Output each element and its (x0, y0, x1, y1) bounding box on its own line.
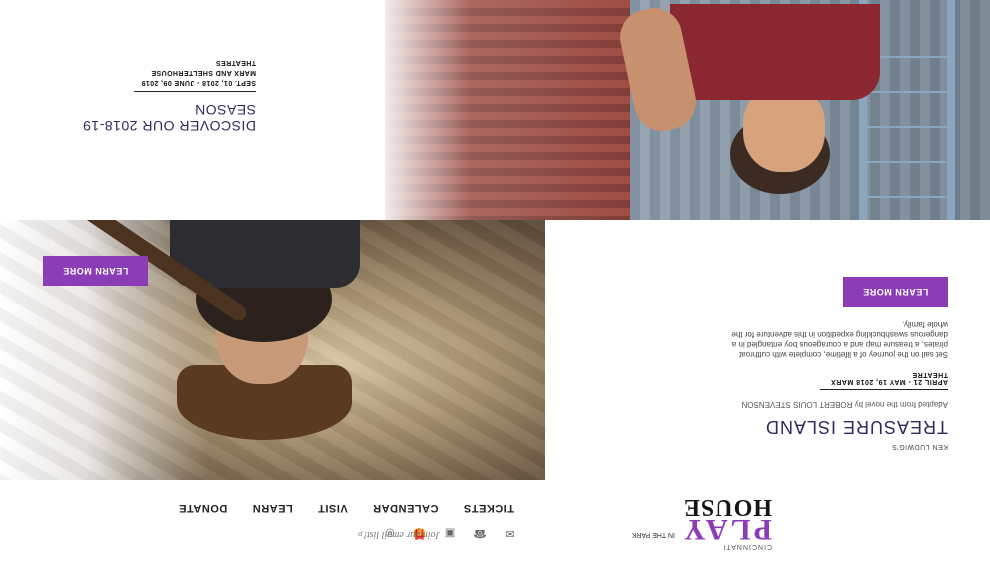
logo-house: HOUSE (682, 494, 772, 520)
nav-learn[interactable]: LEARN (252, 502, 292, 514)
pirate-character-image (170, 220, 360, 440)
feature-date-venue: APRIL 21 - MAY 19, 2018 MARX THEATRE (820, 371, 948, 390)
treasure-island-feature: KEN LUDWIG'S TREASURE ISLAND Adapted fro… (0, 220, 990, 480)
feature-details: KEN LUDWIG'S TREASURE ISLAND Adapted fro… (638, 277, 948, 450)
main-navigation: TICKETS CALENDAR VISIT LEARN DONATE (179, 502, 514, 514)
site-header: CINCINNATI PLAY IN THE PARK HOUSE TICKET… (0, 480, 990, 562)
season-learn-more-button[interactable]: LEARN MORE (43, 256, 148, 286)
nav-tickets[interactable]: TICKETS (463, 502, 514, 514)
season-feature: DISCOVER OUR 2018-19 SEASON SEPT. 01, 20… (0, 0, 990, 220)
phone-icon[interactable]: ☎ (473, 527, 487, 541)
playhouse-logo[interactable]: CINCINNATI PLAY IN THE PARK HOUSE (622, 490, 772, 550)
nav-donate[interactable]: DONATE (179, 502, 228, 514)
feature-title: TREASURE ISLAND (764, 417, 948, 437)
ticket-icon[interactable]: ▣ (443, 527, 457, 541)
season-venue: MARX AND SHELTERHOUSE THEATRES (151, 59, 256, 76)
man-character-image (614, 0, 885, 194)
season-dates: SEPT. 01, 2018 - JUNE 09, 2019 (141, 79, 256, 86)
feature-learn-more-button[interactable]: LEARN MORE (843, 277, 948, 307)
feature-dates: APRIL 21 - MAY 19, 2018 (855, 378, 948, 385)
feature-adaptation: Adapted from the novel by ROBERT LOUIS S… (741, 400, 948, 409)
feature-description: Set sail on the journey of a lifetime, c… (731, 320, 948, 359)
season-date-venue: SEPT. 01, 2018 - JUNE 09, 2019 MARX AND … (134, 57, 256, 92)
logo-in-the-park: IN THE PARK (631, 531, 675, 538)
email-signup-prompt[interactable]: Join our email list! (364, 529, 440, 540)
season-title: DISCOVER OUR 2018-19 SEASON (82, 102, 256, 134)
feature-author: KEN LUDWIG'S (891, 443, 948, 450)
email-icon[interactable]: ✉ (503, 527, 517, 541)
page: CINCINNATI PLAY IN THE PARK HOUSE TICKET… (0, 0, 990, 562)
nav-visit[interactable]: VISIT (318, 502, 348, 514)
season-details: DISCOVER OUR 2018-19 SEASON SEPT. 01, 20… (36, 57, 256, 134)
brick-building-image (385, 0, 630, 220)
nav-calendar[interactable]: CALENDAR (373, 502, 439, 514)
